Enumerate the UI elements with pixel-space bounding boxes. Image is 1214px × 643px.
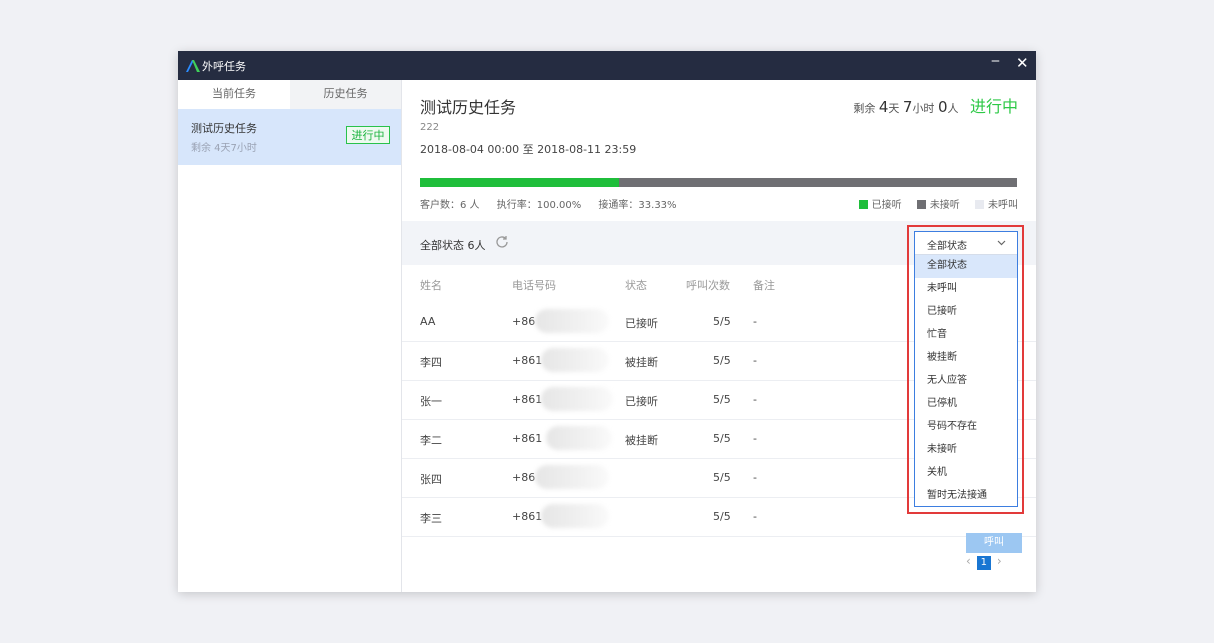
tab-current-tasks[interactable]: 当前任务 — [178, 80, 290, 109]
pagination: ‹ 1 › — [966, 554, 1002, 570]
row-phone: +86 — [512, 471, 536, 484]
hours-unit: 小时 — [912, 102, 935, 115]
row-phone: +86 — [512, 315, 536, 328]
customer-count: 客户数：6 人 — [420, 200, 480, 211]
row-name: 张四 — [420, 473, 442, 486]
row-note: - — [753, 315, 757, 328]
remaining-summary: 剩余 4天 7小时 0人 进行中 — [853, 93, 1018, 117]
task-remaining-time: 剩余 4天7小时 — [191, 143, 257, 154]
task-list-item[interactable]: 测试历史任务 剩余 4天7小时 进行中 — [178, 109, 401, 165]
prev-page-button[interactable]: ‹ — [966, 554, 971, 568]
next-page-button[interactable]: › — [997, 554, 1002, 568]
days-unit: 天 — [888, 102, 900, 115]
task-sidebar: 当前任务 历史任务 测试历史任务 剩余 4天7小时 进行中 — [178, 80, 402, 592]
task-stats: 客户数：6 人 执行率：100.00% 接通率：33.33% — [420, 196, 691, 211]
row-name: 李三 — [420, 512, 442, 525]
legend-label-not-called: 未呼叫 — [988, 200, 1018, 211]
row-call-count: 5/5 — [713, 510, 731, 523]
row-note: - — [753, 432, 757, 445]
task-name: 测试历史任务 — [191, 122, 257, 135]
phone-redaction — [535, 465, 609, 489]
legend-swatch-answered — [858, 200, 868, 209]
col-name: 姓名 — [420, 279, 442, 292]
row-phone: +861 — [512, 354, 543, 367]
legend-swatch-not-called — [975, 200, 984, 209]
row-note: - — [753, 354, 757, 367]
row-name: 李二 — [420, 434, 442, 447]
row-note: - — [753, 471, 757, 484]
col-call-count: 呼叫次数 — [686, 279, 730, 292]
page-title: 测试历史任务 — [420, 98, 517, 117]
page-1-button[interactable]: 1 — [976, 556, 991, 570]
row-call-count: 5/5 — [713, 354, 731, 367]
row-status: 被挂断 — [625, 434, 658, 447]
phone-redaction — [535, 309, 609, 333]
row-name: 张一 — [420, 395, 442, 408]
sidebar-tabs: 当前任务 历史任务 — [178, 80, 401, 109]
row-name: 李四 — [420, 356, 442, 369]
title-bar: 外呼任务 ‒ ✕ — [178, 51, 1036, 80]
task-status: 进行中 — [969, 97, 1018, 116]
col-status: 状态 — [625, 279, 647, 292]
row-name: AA — [420, 315, 436, 328]
row-phone: +861 — [512, 510, 543, 523]
status-badge: 进行中 — [346, 126, 390, 144]
phone-redaction — [541, 348, 609, 372]
remaining-hours: 7 — [902, 98, 913, 116]
call-progress-bar — [420, 178, 1017, 187]
execution-rate: 执行率：100.00% — [496, 200, 582, 211]
row-status: 已接听 — [625, 317, 658, 330]
remaining-prefix: 剩余 — [853, 102, 876, 115]
col-phone: 电话号码 — [512, 279, 556, 292]
task-date-range: 2018-08-04 00:00 至 2018-08-11 23:59 — [420, 143, 637, 156]
row-call-count: 5/5 — [713, 393, 731, 406]
remaining-days: 4 — [878, 98, 889, 116]
task-code: 222 — [420, 122, 440, 133]
phone-redaction — [541, 387, 613, 411]
minimize-button[interactable]: ‒ — [991, 53, 1000, 69]
filter-summary: 全部状态 6人 — [420, 239, 486, 252]
row-note: - — [753, 393, 757, 406]
row-call-count: 5/5 — [713, 471, 731, 484]
highlight-box — [907, 225, 1024, 514]
connection-rate: 接通率：33.33% — [598, 200, 677, 211]
row-status: 已接听 — [625, 395, 658, 408]
row-phone: +861 — [512, 432, 543, 445]
row-call-count: 5/5 — [713, 315, 731, 328]
call-button[interactable]: 呼叫 — [966, 533, 1022, 553]
window-title: 外呼任务 — [202, 60, 246, 73]
phone-redaction — [546, 426, 612, 450]
progress-legend: 已接听 未接听 未呼叫 — [847, 196, 1018, 211]
row-status: 被挂断 — [625, 356, 658, 369]
legend-swatch-unanswered — [916, 200, 926, 209]
app-logo-icon — [186, 60, 200, 72]
row-note: - — [753, 510, 757, 523]
row-call-count: 5/5 — [713, 432, 731, 445]
row-phone: +861 — [512, 393, 543, 406]
people-unit: 人 — [947, 102, 959, 115]
legend-label-unanswered: 未接听 — [929, 200, 960, 211]
col-note: 备注 — [753, 279, 775, 292]
tab-history-tasks[interactable]: 历史任务 — [290, 80, 401, 109]
refresh-icon[interactable] — [494, 234, 510, 250]
legend-label-answered: 已接听 — [871, 200, 902, 211]
close-button[interactable]: ✕ — [1016, 54, 1029, 72]
progress-answered-fill — [420, 178, 619, 187]
phone-redaction — [541, 504, 609, 528]
